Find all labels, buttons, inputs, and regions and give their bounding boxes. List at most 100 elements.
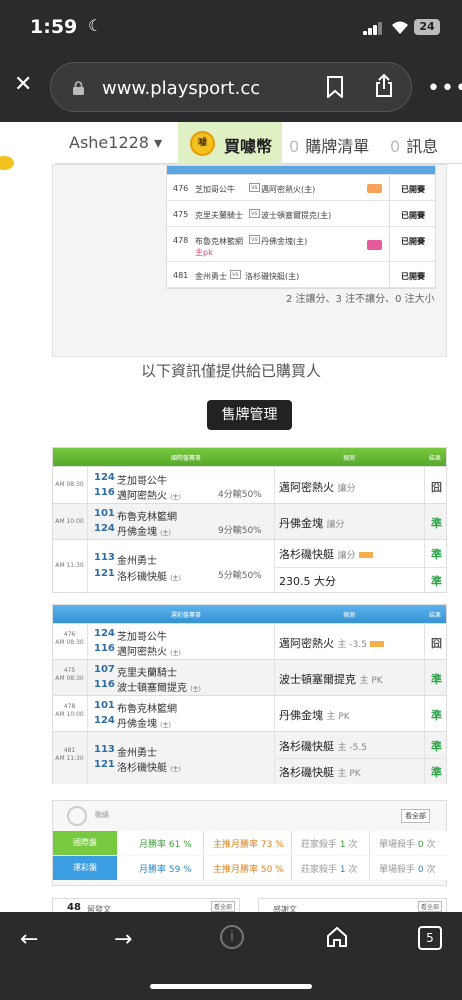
cart-tab[interactable]: 0 購牌清單 — [289, 133, 369, 157]
away-team: 布魯克林籃網 — [117, 512, 177, 523]
away-team: 金州勇士 — [195, 272, 227, 281]
coin-decoration-icon — [0, 150, 18, 172]
home-team: 波士頓塞爾提克 (主) — [117, 683, 201, 694]
table-row: 481 金州勇士 vs 洛杉磯快艇(主) 已開賽 — [167, 262, 435, 288]
away-team: 克里夫蘭騎士 — [195, 211, 243, 220]
bookie-killer-count: 莊家殺手 1 次 — [301, 865, 358, 875]
table-row: 478 布魯克林籃網 vs 丹佛金塊(主) 主pk 已開賽 — [167, 227, 435, 262]
header-games: 國際盤賽事 — [171, 455, 202, 462]
signal-icon — [363, 22, 383, 35]
game-time: AM 10:00 — [55, 518, 84, 525]
handicap-odds: 4分輸50% — [218, 490, 262, 500]
bet-summary: 2 注讓分、3 注不讓分、0 注大小 — [286, 294, 435, 305]
home-team: 洛杉磯快艇(主) — [245, 272, 300, 281]
away-number: 107 — [94, 664, 115, 675]
table-row: 481 AM 11:30 113 金州勇士 121 洛杉磯快艇 (主) 洛杉磯快艇… — [53, 731, 446, 784]
away-number: 101 — [94, 508, 115, 519]
home-number: 116 — [94, 487, 115, 498]
vs-badge: vs — [249, 183, 260, 192]
away-team: 金州勇士 — [117, 748, 157, 759]
view-all-thanks-button[interactable]: 看全部 — [417, 901, 442, 912]
away-team: 克里夫蘭騎士 — [117, 668, 177, 679]
away-team: 芝加哥公牛 — [195, 185, 235, 194]
table-row: 475 AM 08:30 107 克里夫蘭騎士 116 波士頓塞爾提克 (主) 波… — [53, 659, 446, 695]
prediction: 洛杉磯快艇 讓分 — [279, 546, 373, 562]
prediction: 丹佛金塊 讓分 — [279, 517, 345, 530]
table-row: 478 AM 10:00 101 布魯克林籃網 124 丹佛金塊 (主) 丹佛金塊… — [53, 695, 446, 731]
share-icon[interactable] — [374, 74, 394, 98]
home-team: 丹佛金塊 (主) — [117, 527, 171, 538]
result-badge: 準 — [431, 709, 442, 722]
user-menu[interactable]: Ashe1228 ▾ — [69, 133, 162, 152]
handicap-odds: 9分輸50% — [218, 526, 262, 536]
pick-tag-icon — [369, 641, 384, 647]
lock-icon — [73, 81, 84, 95]
sell-management-button[interactable]: 售牌管理 — [207, 400, 292, 430]
result-badge: 準 — [431, 673, 442, 686]
away-team: 布魯克林籃網 — [195, 237, 243, 246]
stats-title: 戰績 — [95, 811, 109, 819]
header-games: 運彩盤賽事 — [171, 612, 202, 619]
home-icon[interactable] — [326, 926, 348, 948]
game-number: 478 — [173, 236, 189, 245]
view-all-button[interactable]: 看全部 — [401, 809, 430, 823]
home-team: 邁阿密熱火 (主) — [117, 647, 181, 658]
game-time: 476 AM 08:30 — [55, 631, 84, 646]
result-badge: 準 — [431, 548, 442, 561]
table-row: AM 08:30 124 芝加哥公牛 116 邁阿密熱火 (主) 4分輸50% … — [53, 466, 446, 503]
game-time: AM 11:30 — [55, 562, 84, 569]
buy-coin-tab[interactable]: 噱 買噱幣 — [178, 122, 282, 164]
home-number: 124 — [94, 715, 115, 726]
status-bar: 1:59 ☾ 24 — [0, 0, 462, 50]
single-game-killer-count: 單場殺手 0 次 — [379, 865, 436, 875]
table-row: AM 11:30 113 金州勇士 121 洛杉磯快艇 (主) 5分輸50% 洛… — [53, 539, 446, 594]
purchased-games-box: 476 芝加哥公牛 vs 邁阿密熱火(主) 已開賽 475 克里夫蘭騎士 vs … — [52, 164, 447, 357]
home-team: 丹佛金塊 (主) — [117, 719, 171, 730]
vs-badge: vs — [230, 270, 241, 279]
table-row: 476 AM 08:30 124 芝加哥公牛 116 邁阿密熱火 (主) 邁阿密熱… — [53, 623, 446, 659]
header-prediction: 預測 — [343, 612, 356, 619]
away-team: 芝加哥公牛 — [117, 476, 167, 487]
result-badge: 準 — [431, 740, 442, 753]
home-number: 116 — [94, 643, 115, 654]
pick-tag-icon — [367, 240, 382, 250]
tabs-icon[interactable]: 5 — [418, 926, 442, 950]
intl-table-header: 國際盤賽事 預測 結果 — [53, 448, 446, 466]
cart-label: 購牌清單 — [305, 137, 370, 156]
close-tab-button[interactable]: ✕ — [14, 74, 32, 96]
table-row: AM 10:00 101 布魯克林籃網 124 丹佛金塊 (主) 9分輸50% … — [53, 503, 446, 539]
purchaser-only-notice: 以下資訊僅提供給已購買人 — [140, 362, 321, 380]
bookmark-icon[interactable] — [326, 76, 344, 98]
game-time: AM 08:30 — [55, 481, 84, 488]
lottery-stats-row: 運彩盤 月勝率 59 % 主推月勝率 50 % 莊家殺手 1 次 單場殺手 0 … — [53, 856, 448, 880]
lottery-stats-tab[interactable]: 運彩盤 — [53, 856, 117, 880]
monthly-win-rate: 月勝率 61 % — [139, 840, 192, 850]
view-all-posts-button[interactable]: 看全部 — [210, 901, 235, 912]
url-text[interactable]: www.playsport.cc — [102, 78, 260, 99]
info-icon[interactable]: i — [220, 925, 244, 949]
more-icon[interactable]: ••• — [427, 76, 462, 101]
table-row: 476 芝加哥公牛 vs 邁阿密熱火(主) 已開賽 — [167, 175, 435, 201]
messages-label: 訊息 — [406, 137, 439, 156]
away-number: 101 — [94, 700, 115, 711]
home-team: 邁阿密熱火 (主) — [117, 491, 181, 502]
browser-url-bar: ✕ www.playsport.cc ••• — [0, 50, 462, 122]
game-number: 476 — [173, 184, 189, 193]
cart-count: 0 — [289, 137, 300, 156]
home-number: 116 — [94, 679, 115, 690]
intl-stats-tab[interactable]: 國際盤 — [53, 831, 117, 855]
messages-tab[interactable]: 0 訊息 — [390, 133, 438, 157]
result-badge: 準 — [431, 575, 442, 588]
single-game-killer-count: 單場殺手 0 次 — [379, 840, 436, 850]
away-team: 芝加哥公牛 — [117, 632, 167, 643]
forward-icon[interactable]: → — [114, 927, 132, 952]
main-pick-win-rate: 主推月勝率 73 % — [213, 840, 284, 850]
away-number: 124 — [94, 472, 115, 483]
home-team: 丹佛金塊(主) — [261, 237, 308, 246]
back-icon[interactable]: ← — [20, 927, 38, 952]
game-time: 478 AM 10:00 — [55, 703, 84, 718]
intl-predictions-table: 國際盤賽事 預測 結果 AM 08:30 124 芝加哥公牛 116 邁阿密熱火… — [52, 447, 447, 594]
game-status: 已開賽 — [401, 237, 425, 246]
message-count: 0 — [390, 137, 401, 156]
pick-tag-icon — [358, 552, 373, 558]
